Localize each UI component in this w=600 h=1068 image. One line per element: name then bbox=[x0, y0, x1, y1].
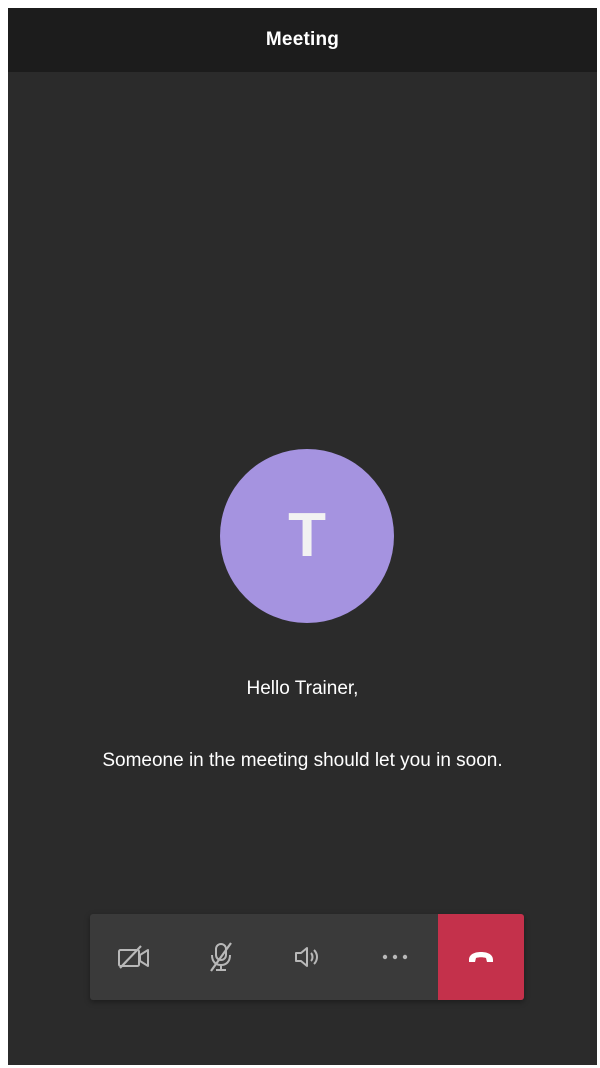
speaker-toggle-button[interactable] bbox=[264, 914, 351, 1000]
camera-toggle-button[interactable] bbox=[90, 914, 177, 1000]
microphone-muted-icon bbox=[207, 941, 235, 973]
avatar: T bbox=[220, 449, 394, 623]
more-options-button[interactable] bbox=[351, 914, 438, 1000]
page-title: Meeting bbox=[265, 29, 340, 50]
lobby-status-text: Someone in the meeting should let you in… bbox=[102, 750, 503, 771]
avatar-initial: T bbox=[288, 501, 326, 570]
speaker-icon bbox=[293, 944, 323, 970]
hang-up-icon bbox=[466, 949, 496, 965]
hang-up-button[interactable] bbox=[438, 914, 524, 1000]
title-bar: Meeting bbox=[8, 8, 597, 72]
microphone-toggle-button[interactable] bbox=[177, 914, 264, 1000]
camera-off-icon bbox=[117, 944, 151, 970]
call-control-bar bbox=[90, 914, 524, 1000]
more-options-icon bbox=[381, 953, 409, 961]
greeting-text: Hello Trainer, bbox=[246, 678, 359, 699]
meeting-lobby-screen: Meeting T Hello Trainer, Someone in the … bbox=[8, 8, 597, 1065]
